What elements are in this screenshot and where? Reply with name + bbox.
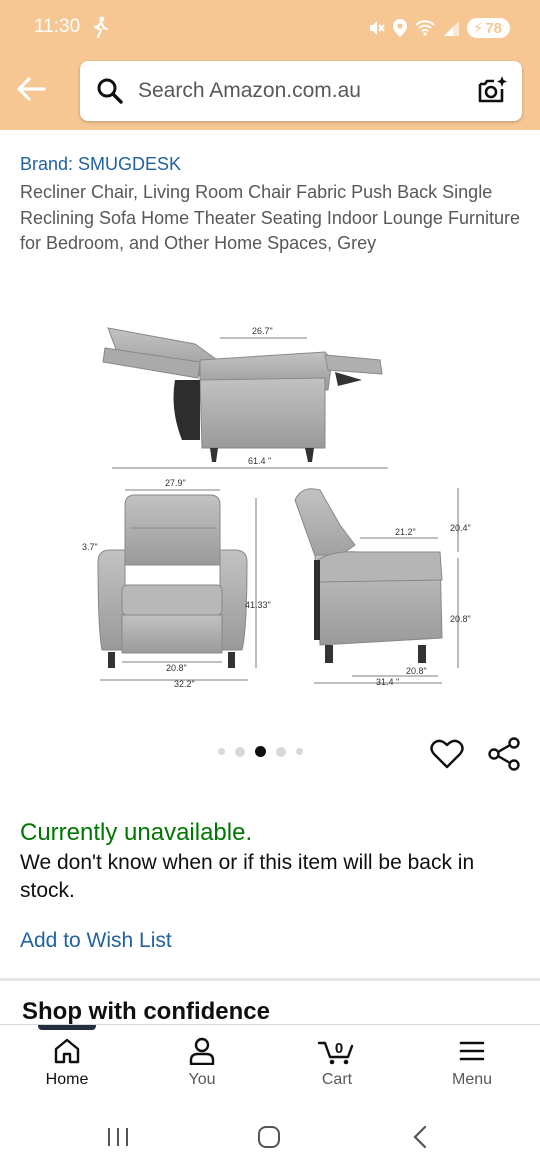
back-arrow-icon[interactable]	[14, 74, 48, 104]
dim-front-arm: 3.7"	[82, 542, 98, 552]
nav-cart[interactable]: 0 Cart	[287, 1037, 387, 1089]
dim-side-depth: 31.4 "	[376, 677, 399, 687]
wifi-icon	[415, 20, 435, 36]
carousel-dot-active[interactable]	[255, 746, 266, 757]
nav-you-label: You	[188, 1071, 216, 1088]
product-image[interactable]: 26.7" 61.4 " 27.9" 3.7" 41.33" 20.8" 32.…	[70, 300, 490, 700]
nav-you[interactable]: You	[152, 1037, 252, 1089]
nav-home-label: Home	[45, 1071, 89, 1088]
person-icon	[189, 1037, 215, 1065]
camera-search-icon[interactable]	[476, 75, 508, 107]
nav-menu-label: Menu	[451, 1071, 493, 1088]
nav-home[interactable]: Home	[17, 1037, 117, 1089]
cart-count: 0	[335, 1040, 343, 1057]
home-icon	[54, 1038, 80, 1064]
front-chair-view: 27.9" 3.7" 41.33" 20.8" 32.2"	[82, 478, 271, 689]
share-icon[interactable]	[486, 736, 522, 772]
image-carousel-dots[interactable]	[218, 746, 303, 757]
side-chair-view: 21.2" 20.4" 20.8" 20.8" 31.4 "	[294, 488, 471, 687]
battery-bolt-icon: ⚡	[472, 20, 484, 37]
dim-front-height: 41.33"	[245, 600, 271, 610]
battery-indicator: ⚡ 78	[466, 18, 510, 38]
app-header: 11:30 ⚡ 78 Search Amazon.com.au	[0, 0, 540, 130]
search-input[interactable]: Search Amazon.com.au	[138, 79, 361, 103]
system-nav-bar	[0, 1110, 540, 1170]
add-to-wishlist-link[interactable]: Add to Wish List	[20, 929, 172, 953]
nav-menu[interactable]: Menu	[422, 1037, 522, 1089]
dim-side-seat-depth: 20.8"	[406, 666, 427, 676]
dim-side-seat: 21.2"	[395, 527, 416, 537]
carousel-dot[interactable]	[218, 748, 225, 755]
availability-message: We don't know when or if this item will …	[20, 851, 475, 902]
search-icon	[97, 78, 123, 104]
dim-top-seat: 26.7"	[252, 326, 273, 336]
cart-icon: 0	[317, 1040, 354, 1065]
activity-icon	[93, 16, 109, 39]
dim-front-width: 32.2"	[174, 679, 195, 689]
search-bar[interactable]: Search Amazon.com.au	[80, 61, 522, 121]
dim-side-height: 20.8"	[450, 614, 471, 624]
recent-apps-icon[interactable]	[106, 1126, 130, 1148]
signal-icon	[443, 21, 459, 36]
section-heading: Shop with confidence	[22, 998, 271, 1025]
dim-front-seat: 20.8"	[166, 663, 187, 673]
mute-icon	[369, 21, 385, 35]
heart-icon[interactable]	[430, 738, 464, 770]
dim-front-top: 27.9"	[165, 478, 186, 488]
nav-cart-label: Cart	[321, 1071, 353, 1088]
carousel-dot[interactable]	[276, 746, 286, 757]
system-back-icon[interactable]	[410, 1125, 430, 1149]
dim-side-back: 20.4"	[450, 523, 471, 533]
availability-status: Currently unavailable.	[20, 819, 253, 846]
carousel-dot[interactable]	[296, 748, 303, 755]
home-button-icon[interactable]	[256, 1124, 282, 1150]
dim-top-length: 61.4 "	[248, 456, 271, 466]
status-bar: 11:30 ⚡ 78	[0, 0, 540, 60]
brand-link[interactable]: Brand: SMUGDESK	[20, 154, 181, 175]
section-divider	[0, 978, 540, 981]
status-time: 11:30	[34, 16, 81, 37]
carousel-dot[interactable]	[235, 746, 245, 757]
status-icons: ⚡ 78	[367, 15, 510, 41]
location-icon	[392, 19, 407, 37]
battery-level: 78	[485, 19, 502, 37]
menu-icon	[459, 1041, 485, 1061]
active-tab-indicator	[38, 1025, 96, 1030]
bottom-nav: Home You 0 Cart Menu	[0, 1024, 540, 1110]
reclined-chair-view: 26.7" 61.4 "	[102, 326, 388, 469]
product-title: Recliner Chair, Living Room Chair Fabric…	[20, 182, 520, 253]
